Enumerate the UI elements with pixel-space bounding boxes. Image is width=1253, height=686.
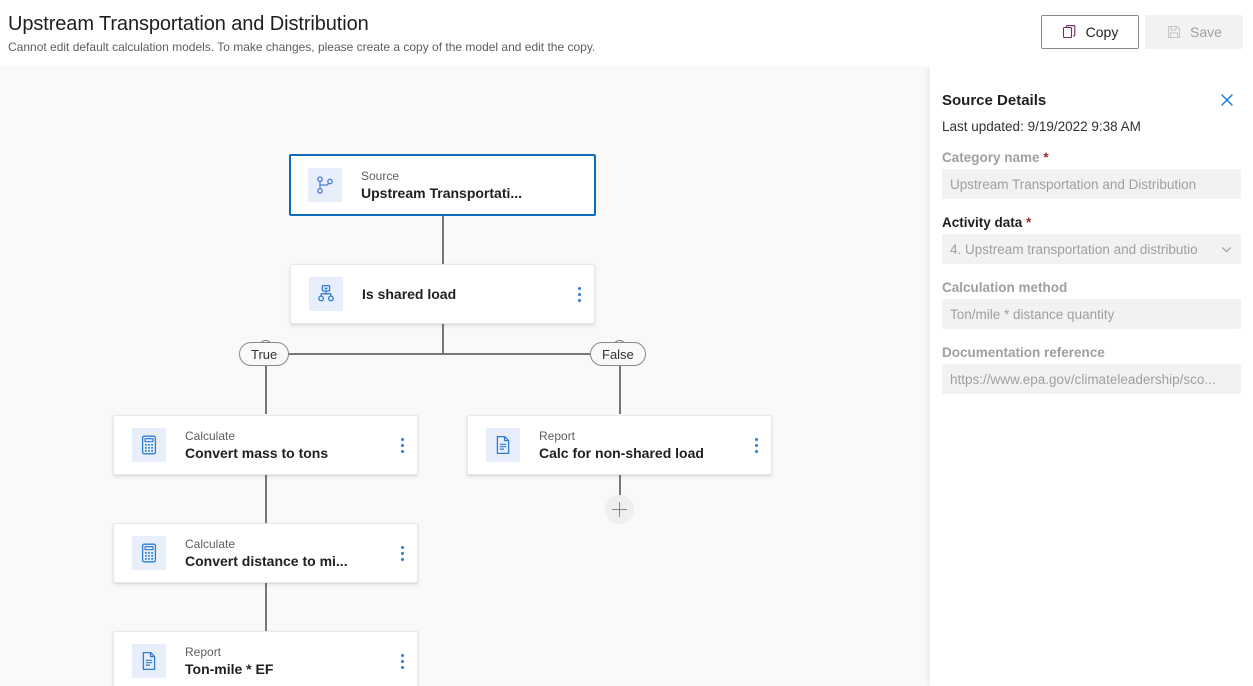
flow-node-calc-mass-text: Calculate Convert mass to tons — [185, 428, 387, 463]
flow-node-calc-mass-title: Convert mass to tons — [185, 444, 329, 461]
header-actions: Copy Save — [1041, 15, 1243, 49]
flow-node-source[interactable]: Source Upstream Transportati... — [289, 154, 596, 216]
page-title: Upstream Transportation and Distribution — [8, 13, 369, 35]
flow-node-report-ton-mile-menu[interactable] — [387, 632, 417, 686]
copy-button[interactable]: Copy — [1041, 15, 1139, 49]
required-asterisk: * — [1043, 150, 1049, 165]
field-category-name-value: Upstream Transportation and Distribution — [950, 176, 1197, 192]
branch-label-true: True — [239, 342, 290, 366]
source-details-panel: Source Details Last updated: 9/19/2022 9… — [930, 66, 1253, 686]
flow-node-report-non-shared-text: Report Calc for non-shared load — [539, 428, 741, 463]
field-documentation-reference: Documentation reference https://www.epa.… — [942, 345, 1241, 394]
field-calculation-method: Calculation method Ton/mile * distance q… — [942, 280, 1241, 329]
field-calculation-method-input[interactable]: Ton/mile * distance quantity — [942, 299, 1241, 329]
flow-canvas-inner: True False Source Upstream Transportati.… — [0, 66, 930, 686]
page-header: Upstream Transportation and Distribution… — [0, 0, 1253, 66]
flow-node-calc-distance-title: Convert distance to mi... — [185, 552, 348, 569]
flow-node-calc-distance-menu[interactable] — [387, 524, 417, 582]
flow-node-calc-distance-text: Calculate Convert distance to mi... — [185, 536, 387, 571]
flow-canvas[interactable]: True False Source Upstream Transportati.… — [0, 66, 930, 686]
copy-icon — [1062, 24, 1078, 40]
flow-node-report-non-shared-title: Calc for non-shared load — [539, 444, 704, 461]
flow-node-report-ton-mile[interactable]: Report Ton-mile * EF — [113, 631, 418, 686]
field-category-name-label-text: Category name — [942, 150, 1040, 165]
field-category-name-label: Category name * — [942, 150, 1241, 165]
flow-node-report-non-shared[interactable]: Report Calc for non-shared load — [467, 415, 772, 475]
save-button-label: Save — [1190, 24, 1222, 40]
flow-node-report-non-shared-menu[interactable] — [741, 416, 771, 474]
save-button[interactable]: Save — [1145, 15, 1243, 49]
copy-button-label: Copy — [1085, 24, 1119, 40]
decision-branch-icon — [309, 277, 343, 311]
panel-header: Source Details — [930, 66, 1253, 109]
flow-node-calc-mass-menu[interactable] — [387, 416, 417, 474]
flow-node-condition-text: Is shared load — [362, 285, 564, 304]
flow-node-calc-distance-kicker: Calculate — [185, 536, 236, 551]
flow-node-calc-distance[interactable]: Calculate Convert distance to mi... — [113, 523, 418, 583]
calculator-icon — [132, 536, 166, 570]
calculator-icon — [132, 428, 166, 462]
document-report-icon — [132, 644, 166, 678]
field-category-name-input[interactable]: Upstream Transportation and Distribution — [942, 169, 1241, 199]
field-calculation-method-value: Ton/mile * distance quantity — [950, 306, 1115, 322]
branch-source-icon — [308, 168, 342, 202]
edge-distance-to-report — [265, 583, 267, 631]
panel-last-updated: Last updated: 9/19/2022 9:38 AM — [942, 119, 1141, 134]
flow-node-report-non-shared-kicker: Report — [539, 428, 576, 443]
edge-mass-to-distance — [265, 475, 267, 523]
close-x-icon[interactable] — [1215, 88, 1239, 112]
field-calculation-method-label: Calculation method — [942, 280, 1068, 295]
field-activity-data: Activity data * 4. Upstream transportati… — [942, 215, 1241, 264]
flow-node-report-ton-mile-title: Ton-mile * EF — [185, 660, 274, 677]
required-asterisk: * — [1026, 215, 1032, 230]
flow-node-report-ton-mile-text: Report Ton-mile * EF — [185, 644, 387, 679]
flow-node-condition-menu[interactable] — [564, 265, 594, 323]
save-floppy-icon — [1166, 24, 1182, 40]
panel-title: Source Details — [942, 92, 1047, 109]
flow-node-calc-mass-kicker: Calculate — [185, 428, 236, 443]
field-activity-data-label-text: Activity data — [942, 215, 1023, 230]
page-subtitle: Cannot edit default calculation models. … — [8, 40, 596, 54]
flow-node-report-ton-mile-kicker: Report — [185, 644, 222, 659]
flow-node-source-text: Source Upstream Transportati... — [361, 168, 572, 203]
edge-source-to-condition — [442, 216, 444, 263]
flow-node-calc-mass[interactable]: Calculate Convert mass to tons — [113, 415, 418, 475]
field-documentation-reference-input[interactable]: https://www.epa.gov/climateleadership/sc… — [942, 364, 1241, 394]
chevron-down-icon[interactable] — [1220, 243, 1233, 256]
document-report-icon — [486, 428, 520, 462]
field-documentation-reference-value: https://www.epa.gov/climateleadership/sc… — [950, 371, 1216, 387]
app-root: Upstream Transportation and Distribution… — [0, 0, 1253, 686]
flow-node-condition-title: Is shared load — [362, 285, 457, 302]
edge-report-calc-to-add — [619, 475, 621, 497]
add-step-button-right[interactable] — [605, 495, 634, 524]
edge-branch-horizontal — [266, 353, 618, 355]
flow-node-source-title: Upstream Transportati... — [361, 184, 523, 201]
flow-node-condition[interactable]: Is shared load — [290, 264, 595, 324]
branch-label-false: False — [590, 342, 646, 366]
flow-node-source-kicker: Source — [361, 168, 400, 183]
field-activity-data-value: 4. Upstream transportation and distribut… — [950, 241, 1198, 257]
field-category-name: Category name * Upstream Transportation … — [942, 150, 1241, 199]
field-documentation-reference-label: Documentation reference — [942, 345, 1105, 360]
field-activity-data-label: Activity data * — [942, 215, 1241, 230]
field-activity-data-dropdown[interactable]: 4. Upstream transportation and distribut… — [942, 234, 1241, 264]
